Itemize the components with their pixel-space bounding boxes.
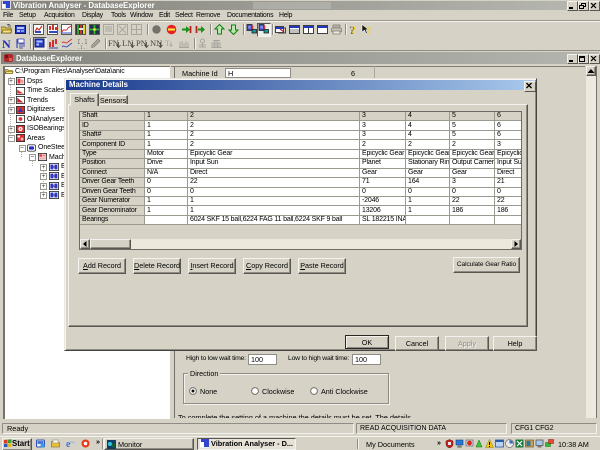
svg-text:?: ?: [351, 25, 357, 36]
svg-text:N: N: [2, 38, 11, 49]
svg-text:.I.I: .I.I: [77, 45, 87, 49]
svg-text:T: T: [165, 39, 170, 48]
